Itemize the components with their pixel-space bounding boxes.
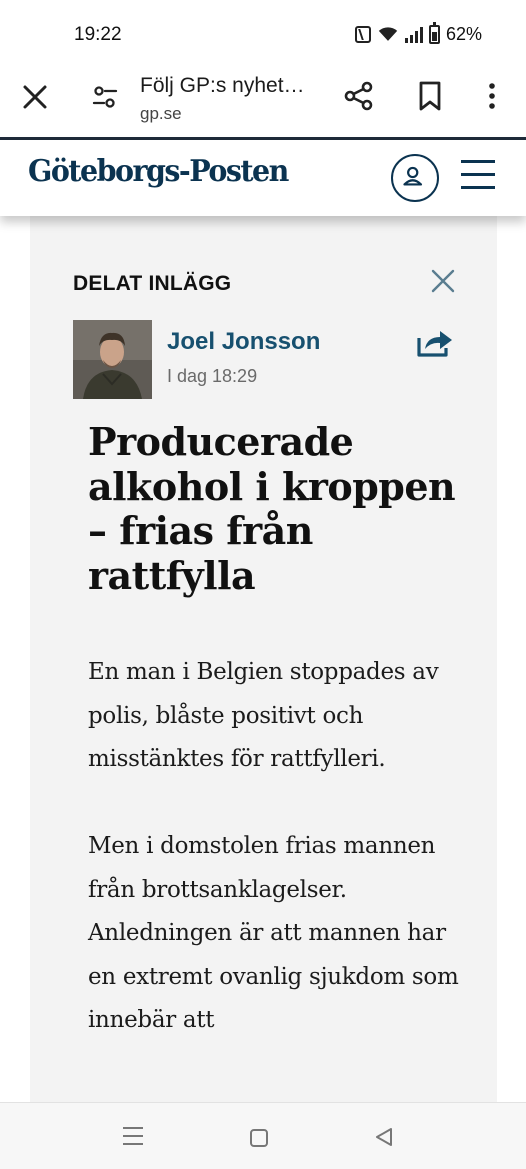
author-photo xyxy=(73,320,152,399)
post-time: I dag 18:29 xyxy=(167,366,258,386)
menu-icon[interactable] xyxy=(461,160,495,190)
article-paragraph: En man i Belgien stoppades av polis, blå… xyxy=(88,659,439,772)
account-icon[interactable] xyxy=(391,154,439,202)
recents-icon[interactable] xyxy=(123,1127,143,1145)
system-nav-bar xyxy=(0,1102,526,1169)
shared-post-label: DELAT INLÄGG xyxy=(73,272,232,295)
author-name[interactable]: Joel Jonsson xyxy=(167,328,320,356)
site-header: Göteborgs-Posten xyxy=(0,140,526,216)
status-bar: 19:22 62% xyxy=(0,0,526,68)
back-icon[interactable] xyxy=(374,1127,394,1147)
close-icon[interactable] xyxy=(20,82,50,112)
page-content: DELAT INLÄGG Joel Jonsson I dag 18:29 Pr… xyxy=(0,216,526,1102)
bookmark-icon[interactable] xyxy=(417,80,443,112)
page-title[interactable]: Följ GP:s nyhet… xyxy=(140,74,305,98)
nfc-icon xyxy=(354,26,371,43)
signal-icon xyxy=(404,26,423,43)
status-time: 19:22 xyxy=(74,24,122,45)
status-indicators: 62% xyxy=(354,22,482,45)
article-headline[interactable]: Producerade alkohol i kroppen – frias fr… xyxy=(88,419,458,598)
close-icon[interactable] xyxy=(431,269,455,293)
wifi-icon xyxy=(378,27,398,41)
share-icon[interactable] xyxy=(343,80,375,112)
battery-icon xyxy=(428,22,440,44)
browser-toolbar: Följ GP:s nyhet… gp.se xyxy=(0,68,526,138)
article-paragraph: Men i domstolen frias mannen från brotts… xyxy=(88,833,459,1033)
site-logo[interactable]: Göteborgs-Posten xyxy=(28,154,289,189)
tune-icon[interactable] xyxy=(90,82,120,112)
avatar xyxy=(73,320,152,399)
shared-post-card: DELAT INLÄGG Joel Jonsson I dag 18:29 Pr… xyxy=(30,216,497,1102)
more-vert-icon[interactable] xyxy=(480,80,504,112)
share-arrow-icon[interactable] xyxy=(416,326,454,358)
home-icon[interactable] xyxy=(250,1129,268,1147)
url-domain[interactable]: gp.se xyxy=(140,104,182,124)
battery-percent: 62% xyxy=(445,24,482,44)
